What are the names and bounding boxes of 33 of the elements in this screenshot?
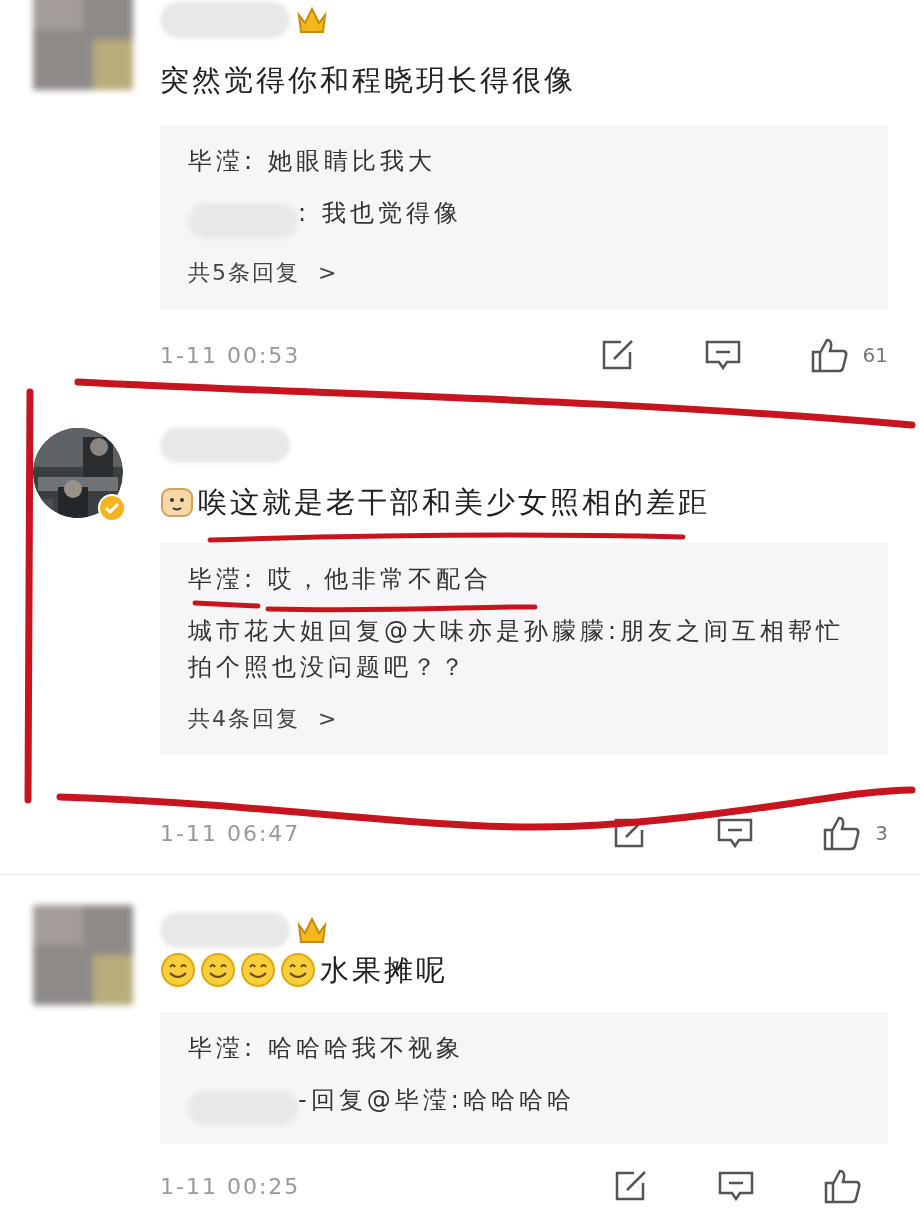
thumbs-up-icon[interactable] — [810, 337, 849, 373]
timestamp: 1-11 00:25 — [160, 1172, 302, 1201]
thumbs-up-icon[interactable] — [824, 1168, 862, 1204]
smiley-icon — [280, 952, 316, 988]
smiley-icon — [160, 952, 196, 988]
more-replies-link[interactable]: 共5条回复 > — [188, 247, 339, 299]
reply-text: 毕滢: 哎，他非常不配合 — [188, 564, 492, 595]
comment-icon[interactable] — [718, 1170, 754, 1202]
reply-text: 城市花大姐回复@大味亦是孙朦朦:朋友之间互相帮忙拍个照也没问题吧？？ — [188, 616, 846, 683]
reply-text: 毕滢: 哈哈哈我不视象 — [188, 1033, 464, 1064]
thumbs-up-icon[interactable] — [823, 815, 862, 851]
dog-face-icon — [160, 485, 194, 519]
like-count: 61 — [862, 342, 888, 369]
comment-icon[interactable] — [704, 339, 741, 371]
verified-badge-icon — [97, 493, 127, 523]
pen-square-icon[interactable] — [614, 1170, 648, 1202]
smiley-icon — [200, 952, 236, 988]
comment-text: 唉这就是老干部和美少女照相的差距 — [198, 484, 710, 521]
crown-icon — [296, 5, 328, 35]
reply-text: : 我也觉得像 — [298, 198, 462, 229]
underline-stroke — [192, 600, 261, 609]
more-replies-link[interactable]: 共4条回复 > — [188, 693, 339, 745]
smiley-icon — [240, 952, 276, 988]
crown-icon — [296, 915, 328, 945]
reply-text: 毕滢: 她眼睛比我大 — [188, 146, 436, 177]
timestamp: 1-11 00:53 — [160, 341, 302, 370]
like-count: 3 — [875, 820, 888, 847]
reply-text: -回复@毕滢:哈哈哈哈 — [298, 1085, 575, 1116]
pen-square-icon[interactable] — [600, 339, 635, 371]
comment-icon[interactable] — [717, 817, 754, 849]
comment-text: 突然觉得你和程晓玥长得很像 — [160, 62, 576, 99]
comment-text: 水果摊呢 — [320, 952, 448, 989]
timestamp: 1-11 06:47 — [160, 819, 302, 848]
